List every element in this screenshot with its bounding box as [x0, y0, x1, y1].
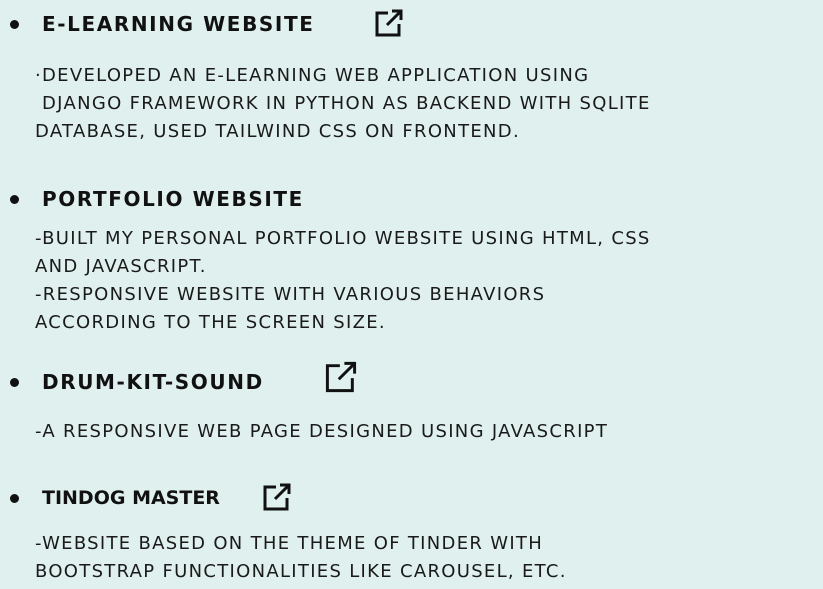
project-description: -A RESPONSIVE WEB PAGE DESIGNED USING JA… [35, 418, 608, 446]
bullet-icon [10, 494, 19, 503]
external-link-icon[interactable] [374, 8, 404, 38]
description-line: -RESPONSIVE WEBSITE WITH VARIOUS BEHAVIO… [35, 284, 546, 305]
project-description: -BUILT MY PERSONAL PORTFOLIO WEBSITE USI… [35, 225, 651, 337]
project-description: ·DEVELOPED AN E-LEARNING WEB APPLICATION… [35, 62, 651, 146]
project-title: PORTFOLIO WEBSITE [42, 187, 304, 211]
description-line: DATABASE, USED TAILWIND CSS ON FRONTEND. [35, 121, 520, 142]
external-link-icon[interactable] [324, 360, 358, 394]
description-line: BOOTSTRAP FUNCTIONALITIES LIKE CAROUSEL,… [35, 561, 567, 582]
bullet-icon [10, 20, 19, 29]
project-header: TINDOG MASTER [0, 478, 823, 518]
project-header: PORTFOLIO WEBSITE [0, 179, 823, 219]
description-line: -BUILT MY PERSONAL PORTFOLIO WEBSITE USI… [35, 228, 651, 249]
bullet-icon [10, 195, 19, 204]
project-title: E-LEARNING WEBSITE [42, 12, 315, 36]
project-description: -WEBSITE BASED ON THE THEME OF TINDER WI… [35, 530, 567, 586]
description-line: ACCORDING TO THE SCREEN SIZE. [35, 312, 386, 333]
description-line: -A RESPONSIVE WEB PAGE DESIGNED USING JA… [35, 421, 609, 442]
project-header: DRUM-KIT-SOUND [0, 360, 823, 402]
projects-section: E-LEARNING WEBSITE ·DEVELOPED AN E-LEARN… [0, 0, 823, 589]
external-link-icon[interactable] [262, 482, 292, 512]
description-line: -WEBSITE BASED ON THE THEME OF TINDER WI… [35, 533, 544, 554]
project-header: E-LEARNING WEBSITE [0, 4, 823, 44]
description-line: DJANGO FRAMEWORK IN PYTHON AS BACKEND WI… [35, 93, 651, 114]
project-title: DRUM-KIT-SOUND [42, 370, 264, 394]
project-title: TINDOG MASTER [42, 487, 220, 509]
bullet-icon [10, 378, 19, 387]
description-line: AND JAVASCRIPT. [35, 256, 207, 277]
description-line: ·DEVELOPED AN E-LEARNING WEB APPLICATION… [35, 65, 590, 86]
